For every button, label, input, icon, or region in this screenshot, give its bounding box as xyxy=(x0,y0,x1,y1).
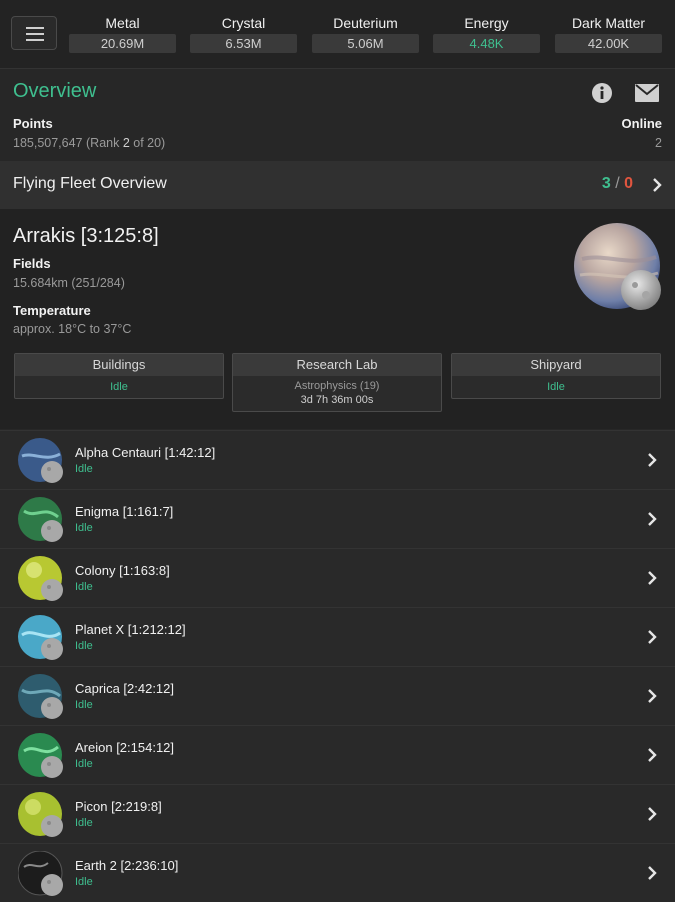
planet-name: Alpha Centauri [1:42:12] xyxy=(75,445,216,460)
temperature-value: approx. 18°C to 37°C xyxy=(13,322,132,336)
current-planet-panel: Arrakis [3:125:8] Fields 15.684km (251/2… xyxy=(0,209,675,429)
queue-status: Idle xyxy=(110,381,128,393)
chevron-right-icon xyxy=(648,748,657,762)
planet-row[interactable]: Enigma [1:161:7] Idle xyxy=(0,489,675,548)
planet-list: Alpha Centauri [1:42:12] Idle Enigma [1:… xyxy=(0,430,675,902)
points-label: Points xyxy=(13,116,53,131)
resource-dark-matter[interactable]: Dark Matter 42.00K xyxy=(555,14,662,53)
planet-status: Idle xyxy=(75,522,93,534)
queue-time: 3d 7h 36m 00s xyxy=(300,394,374,406)
online-value: 2 xyxy=(655,136,662,150)
chevron-right-icon xyxy=(648,453,657,467)
planet-thumbnail xyxy=(18,556,63,601)
fields-value: 15.684km (251/284) xyxy=(13,276,125,290)
planet-name: Picon [2:219:8] xyxy=(75,799,162,814)
resource-name: Dark Matter xyxy=(571,15,646,31)
planet-row[interactable]: Earth 2 [2:236:10] Idle xyxy=(0,843,675,902)
resource-bar: Metal 20.69M Crystal 6.53M Deuterium 5.0… xyxy=(0,0,675,69)
planet-status: Idle xyxy=(75,758,93,770)
online-label: Online xyxy=(621,116,662,131)
planet-name: Planet X [1:212:12] xyxy=(75,622,186,637)
planet-name: Earth 2 [2:236:10] xyxy=(75,858,179,873)
planet-thumbnail xyxy=(18,851,63,896)
points-value: 185,507,647 (Rank 2 of 20) xyxy=(13,136,165,150)
planet-name: Caprica [2:42:12] xyxy=(75,681,175,696)
planet-row[interactable]: Picon [2:219:8] Idle xyxy=(0,784,675,843)
planet-name: Enigma [1:161:7] xyxy=(75,504,174,519)
planet-thumbnail xyxy=(18,438,63,483)
chevron-right-icon xyxy=(648,512,657,526)
chevron-right-icon xyxy=(648,807,657,821)
buildings-queue[interactable]: Buildings Idle xyxy=(14,353,224,399)
resource-value: 5.06M xyxy=(312,34,419,53)
rank-close: of 20) xyxy=(129,136,166,150)
planet-status: Idle xyxy=(75,640,93,652)
planet-status: Idle xyxy=(75,463,93,475)
flying-fleet-row[interactable]: Flying Fleet Overview 3 / 0 xyxy=(0,161,675,209)
queue-title: Shipyard xyxy=(452,354,660,376)
info-icon[interactable] xyxy=(591,82,613,104)
queue-status: Idle xyxy=(547,381,565,393)
resource-value: 20.69M xyxy=(69,34,176,53)
fleet-counts: 3 / 0 xyxy=(602,175,633,193)
research-lab-queue[interactable]: Research Lab Astrophysics (19) 3d 7h 36m… xyxy=(232,353,442,412)
shipyard-queue[interactable]: Shipyard Idle xyxy=(451,353,661,399)
hamburger-icon-line xyxy=(26,27,44,29)
resource-name: Crystal xyxy=(221,15,266,31)
planet-row[interactable]: Caprica [2:42:12] Idle xyxy=(0,666,675,725)
chevron-right-icon xyxy=(653,178,662,192)
rank-number: 2 xyxy=(122,136,130,150)
planet-status: Idle xyxy=(75,876,93,888)
rank-open: (Rank xyxy=(86,136,123,150)
fields-label: Fields xyxy=(13,256,51,271)
queue-title: Research Lab xyxy=(233,354,441,376)
resource-name: Energy xyxy=(464,15,509,31)
queue-item: Astrophysics (19) xyxy=(294,380,380,392)
planet-status: Idle xyxy=(75,817,93,829)
planet-name: Areion [2:154:12] xyxy=(75,740,175,755)
planet-thumbnail xyxy=(18,674,63,719)
chevron-right-icon xyxy=(648,689,657,703)
planet-thumbnail xyxy=(18,733,63,778)
planet-row[interactable]: Colony [1:163:8] Idle xyxy=(0,548,675,607)
resource-metal[interactable]: Metal 20.69M xyxy=(69,14,176,53)
resource-deuterium[interactable]: Deuterium 5.06M xyxy=(312,14,419,53)
chevron-right-icon xyxy=(648,630,657,644)
planet-name: Arrakis [3:125:8] xyxy=(13,225,159,247)
points-number: 185,507,647 xyxy=(13,136,83,150)
resource-crystal[interactable]: Crystal 6.53M xyxy=(190,14,297,53)
resource-value: 42.00K xyxy=(555,34,662,53)
hamburger-icon-line xyxy=(26,39,44,41)
resource-energy[interactable]: Energy 4.48K xyxy=(433,14,540,53)
planet-status: Idle xyxy=(75,699,93,711)
hostile-fleet-count: 0 xyxy=(624,175,633,192)
planet-row[interactable]: Planet X [1:212:12] Idle xyxy=(0,607,675,666)
planet-image[interactable] xyxy=(574,223,662,311)
menu-button[interactable] xyxy=(11,16,57,50)
resource-name: Deuterium xyxy=(333,15,398,31)
planet-name: Colony [1:163:8] xyxy=(75,563,170,578)
queue-title: Buildings xyxy=(15,354,223,376)
fleet-title: Flying Fleet Overview xyxy=(13,175,167,192)
chevron-right-icon xyxy=(648,571,657,585)
planet-thumbnail xyxy=(18,497,63,542)
fleet-count-separator: / xyxy=(615,175,620,192)
planet-status: Idle xyxy=(75,581,93,593)
planet-thumbnail xyxy=(18,615,63,660)
resource-value: 6.53M xyxy=(190,34,297,53)
planet-row[interactable]: Alpha Centauri [1:42:12] Idle xyxy=(0,430,675,489)
resource-name: Metal xyxy=(105,15,140,31)
planet-row[interactable]: Areion [2:154:12] Idle xyxy=(0,725,675,784)
temperature-label: Temperature xyxy=(13,303,91,318)
own-fleet-count: 3 xyxy=(601,175,611,192)
chevron-right-icon xyxy=(648,866,657,880)
planet-thumbnail xyxy=(18,792,63,837)
page-title: Overview xyxy=(13,80,97,102)
resource-value: 4.48K xyxy=(433,34,540,53)
mail-icon[interactable] xyxy=(635,84,659,102)
hamburger-icon-line xyxy=(26,33,44,35)
